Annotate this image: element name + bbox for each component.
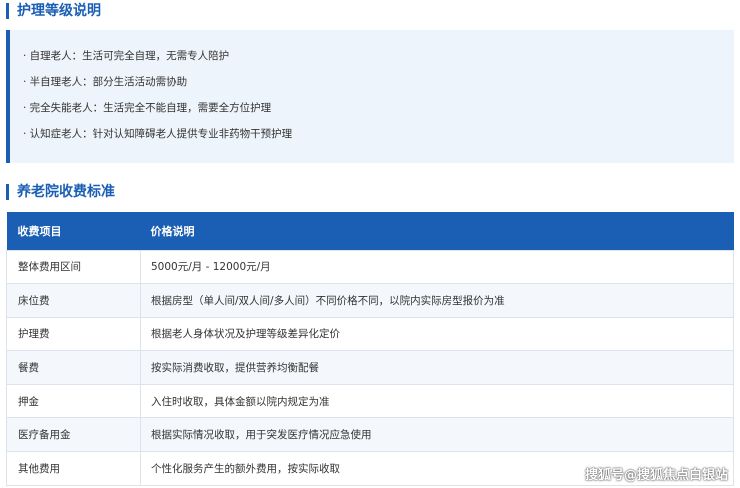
fee-standard-title: 养老院收费标准 <box>6 184 115 200</box>
fee-item-cell: 其他费用 <box>6 451 141 486</box>
price-desc-cell: 按实际消费收取，提供营养均衡配餐 <box>140 350 734 385</box>
care-level-box: · 自理老人：生活可完全自理，无需专人陪护 · 半自理老人：部分生活活动需协助 … <box>6 30 734 163</box>
fee-table: 收费项目 价格说明 整体费用区间 5000元/月 - 12000元/月 床位费 … <box>6 212 734 486</box>
care-level-item: · 半自理老人：部分生活活动需协助 <box>23 76 188 88</box>
table-row: 医疗备用金 根据实际情况收取，用于突发医疗情况应急使用 <box>6 417 734 453</box>
price-desc-cell: 入住时收取，具体金额以院内规定为准 <box>140 383 734 419</box>
fee-item-cell: 护理费 <box>6 316 141 352</box>
fee-item-cell: 床位费 <box>6 283 141 318</box>
care-level-item: · 完全失能老人：生活完全不能自理，需要全方位护理 <box>23 102 272 114</box>
table-row: 押金 入住时收取，具体金额以院内规定为准 <box>6 383 734 419</box>
table-row: 床位费 根据房型（单人间/双人间/多人间）不同价格不同，以院内实际房型报价为准 <box>6 283 734 318</box>
fee-item-cell: 押金 <box>6 383 141 419</box>
table-row: 整体费用区间 5000元/月 - 12000元/月 <box>6 249 734 285</box>
care-level-title: 护理等级说明 <box>6 3 101 19</box>
header-price-desc: 价格说明 <box>140 212 734 250</box>
table-header-row: 收费项目 价格说明 <box>6 212 734 250</box>
table-row: 护理费 根据老人身体状况及护理等级差异化定价 <box>6 316 734 352</box>
care-level-item: · 认知症老人：针对认知障碍老人提供专业非药物干预护理 <box>23 128 293 140</box>
price-desc-cell: 根据老人身体状况及护理等级差异化定价 <box>140 316 734 352</box>
care-level-item: · 自理老人：生活可完全自理，无需专人陪护 <box>23 50 230 62</box>
price-desc-cell: 5000元/月 - 12000元/月 <box>140 249 734 285</box>
price-desc-cell: 根据房型（单人间/双人间/多人间）不同价格不同，以院内实际房型报价为准 <box>140 283 734 318</box>
fee-item-cell: 整体费用区间 <box>6 249 141 285</box>
care-level-list: · 自理老人：生活可完全自理，无需专人陪护 · 半自理老人：部分生活活动需协助 … <box>10 30 734 154</box>
fee-item-cell: 医疗备用金 <box>6 417 141 453</box>
fee-item-cell: 餐费 <box>6 350 141 385</box>
table-row: 餐费 按实际消费收取，提供营养均衡配餐 <box>6 350 734 385</box>
watermark: 搜狐号@搜狐焦点白银站 <box>584 468 728 483</box>
header-fee-item: 收费项目 <box>6 212 141 250</box>
price-desc-cell: 根据实际情况收取，用于突发医疗情况应急使用 <box>140 417 734 453</box>
